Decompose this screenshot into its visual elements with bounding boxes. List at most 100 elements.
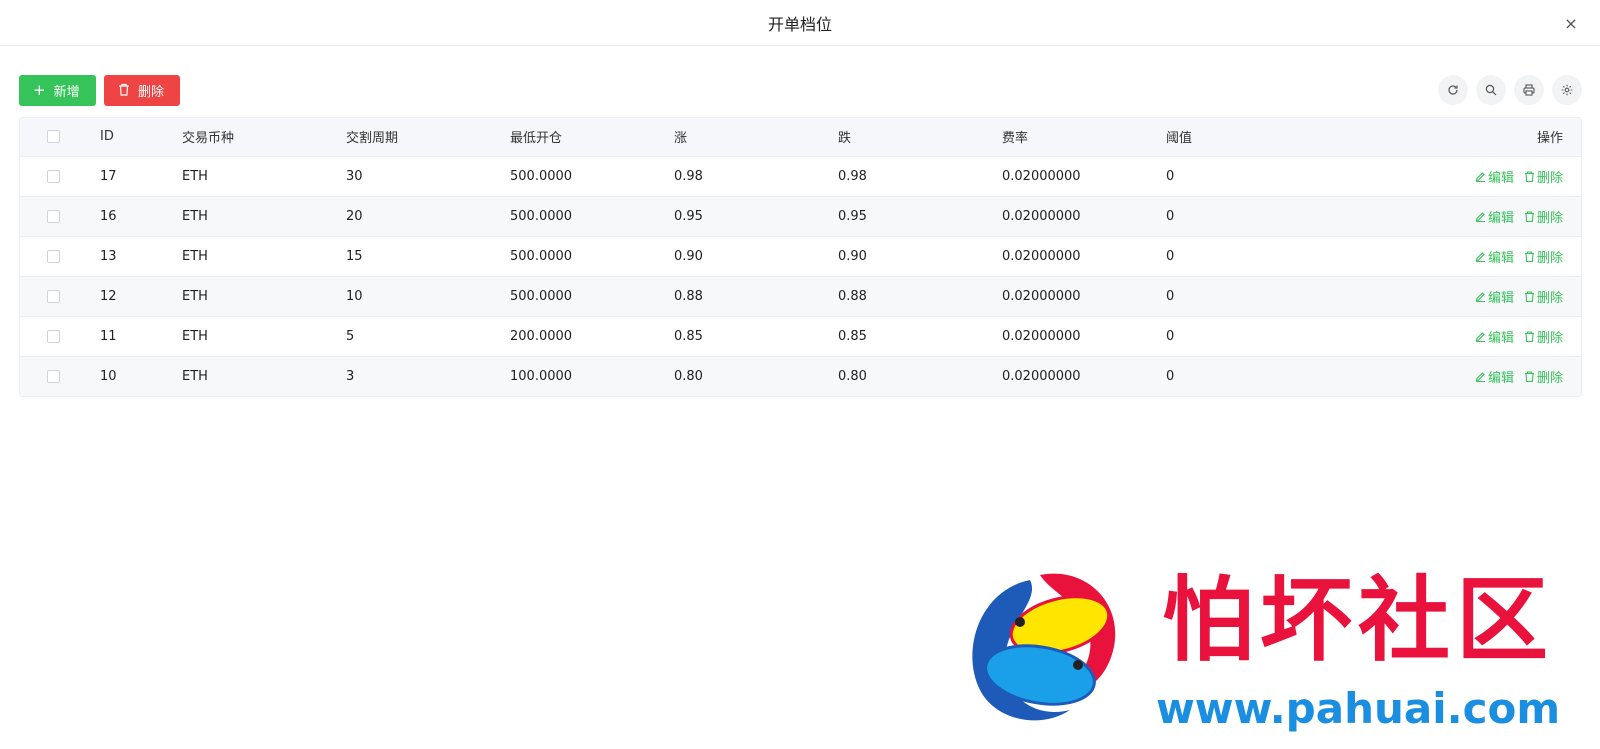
edit-label: 编辑 [1487, 170, 1514, 186]
col-header-down[interactable]: 跌 [838, 118, 1002, 156]
row-fee: 0.02000000 [1002, 168, 1081, 184]
edit-link[interactable]: 编辑 [1475, 287, 1514, 306]
row-min-open: 500.0000 [510, 288, 573, 304]
edit-link[interactable]: 编辑 [1475, 247, 1514, 266]
delete-link[interactable]: 删除 [1524, 287, 1563, 306]
dialog-title: 开单档位 [767, 14, 832, 34]
edit-icon [1475, 331, 1485, 342]
gear-icon [1561, 84, 1573, 96]
trash-icon [118, 83, 130, 99]
select-all-checkbox[interactable] [47, 130, 60, 144]
row-fee: 0.02000000 [1002, 248, 1081, 264]
row-up: 0.80 [674, 368, 703, 384]
col-header-up[interactable]: 涨 [674, 118, 838, 156]
row-min-open: 500.0000 [510, 208, 573, 224]
row-checkbox[interactable] [47, 329, 60, 343]
row-checkbox[interactable] [47, 369, 60, 383]
trash-icon [1524, 330, 1534, 342]
table-header-row: ID 交易币种 交割周期 最低开仓 涨 跌 费率 阈值 操作 [20, 118, 1581, 156]
row-period: 15 [346, 248, 363, 264]
row-coin: ETH [182, 208, 208, 224]
row-min-open: 100.0000 [510, 368, 573, 384]
refresh-button[interactable] [1438, 75, 1468, 105]
row-checkbox[interactable] [47, 209, 60, 223]
row-checkbox[interactable] [47, 169, 60, 183]
row-checkbox[interactable] [47, 289, 60, 303]
row-min-open: 200.0000 [510, 328, 573, 344]
delete-link[interactable]: 删除 [1524, 327, 1563, 346]
edit-link[interactable]: 编辑 [1475, 167, 1514, 186]
row-period: 20 [346, 208, 363, 224]
search-button[interactable] [1476, 75, 1506, 105]
col-header-min-open[interactable]: 最低开仓 [510, 118, 674, 156]
watermark-name: 怕坏社区 [1162, 566, 1555, 674]
col-header-fee[interactable]: 费率 [1002, 118, 1166, 156]
row-up: 0.85 [674, 328, 703, 344]
trash-icon [1524, 290, 1534, 302]
row-id: 17 [100, 168, 117, 184]
edit-icon [1475, 251, 1485, 262]
delete-link[interactable]: 删除 [1524, 167, 1563, 186]
edit-link[interactable]: 编辑 [1475, 367, 1514, 386]
edit-link[interactable]: 编辑 [1475, 207, 1514, 226]
search-icon [1485, 84, 1497, 96]
row-min-open: 500.0000 [510, 168, 573, 184]
edit-label: 编辑 [1487, 250, 1514, 266]
table-row[interactable]: 11 ETH 5 200.0000 0.85 0.85 0.02000000 0 编辑 删除 [20, 316, 1581, 356]
delete-link[interactable]: 删除 [1524, 247, 1563, 266]
row-up: 0.98 [674, 168, 703, 184]
trash-icon [1524, 210, 1534, 222]
row-min-open: 500.0000 [510, 248, 573, 264]
data-table: ID 交易币种 交割周期 最低开仓 涨 跌 费率 阈值 操作 17 ETH 30 50… [19, 117, 1582, 397]
row-down: 0.95 [838, 208, 867, 224]
delete-label: 删除 [1536, 210, 1563, 226]
print-icon [1523, 84, 1535, 96]
row-fee: 0.02000000 [1002, 328, 1081, 344]
row-checkbox[interactable] [47, 249, 60, 263]
trash-icon [1524, 371, 1534, 382]
edit-icon [1475, 171, 1485, 182]
col-header-period[interactable]: 交割周期 [346, 118, 510, 156]
row-up: 0.95 [674, 208, 703, 224]
row-threshold: 0 [1166, 328, 1175, 344]
row-threshold: 0 [1166, 208, 1175, 224]
row-down: 0.85 [838, 328, 867, 344]
delete-link[interactable]: 删除 [1524, 207, 1563, 226]
row-fee: 0.02000000 [1002, 288, 1081, 304]
table-row[interactable]: 16 ETH 20 500.0000 0.95 0.95 0.02000000 0 编辑 删除 [20, 196, 1581, 236]
col-header-threshold[interactable]: 阈值 [1166, 118, 1330, 156]
col-header-coin[interactable]: 交易币种 [182, 118, 346, 156]
trash-icon [1524, 250, 1534, 262]
delete-label: 删除 [1536, 330, 1563, 346]
delete-button[interactable]: 删除 [104, 75, 180, 106]
add-button[interactable]: + 新增 [19, 75, 96, 106]
fish-logo-icon [972, 573, 1116, 721]
row-period: 5 [346, 328, 355, 344]
row-fee: 0.02000000 [1002, 368, 1081, 384]
row-threshold: 0 [1166, 248, 1175, 264]
close-button[interactable]: × [1560, 12, 1582, 34]
watermark-url: www.pahuai.com [1156, 684, 1561, 733]
delete-label: 删除 [1536, 370, 1563, 386]
toolbar: + 新增 删除 [19, 75, 180, 106]
row-id: 10 [100, 368, 117, 384]
edit-icon [1475, 291, 1485, 302]
add-button-label: 新增 [53, 85, 80, 100]
row-id: 11 [100, 328, 117, 344]
col-header-id[interactable]: ID [100, 118, 182, 156]
refresh-icon [1448, 85, 1458, 95]
delete-label: 删除 [1536, 170, 1563, 186]
edit-label: 编辑 [1487, 330, 1514, 346]
row-coin: ETH [182, 368, 208, 384]
row-period: 3 [346, 368, 355, 384]
print-button[interactable] [1514, 75, 1544, 105]
trash-icon [1524, 170, 1534, 182]
table-row[interactable]: 17 ETH 30 500.0000 0.98 0.98 0.02000000 0 编辑 删除 [20, 156, 1581, 196]
settings-button[interactable] [1552, 75, 1582, 105]
table-row[interactable]: 13 ETH 15 500.0000 0.90 0.90 0.02000000 0 编辑 删除 [20, 236, 1581, 276]
row-period: 10 [346, 288, 363, 304]
edit-link[interactable]: 编辑 [1475, 327, 1514, 346]
delete-link[interactable]: 删除 [1524, 367, 1563, 386]
table-row[interactable]: 10 ETH 3 100.0000 0.80 0.80 0.02000000 0 编辑 删除 [20, 356, 1581, 396]
table-row[interactable]: 12 ETH 10 500.0000 0.88 0.88 0.02000000 0 编辑 删除 [20, 276, 1581, 316]
